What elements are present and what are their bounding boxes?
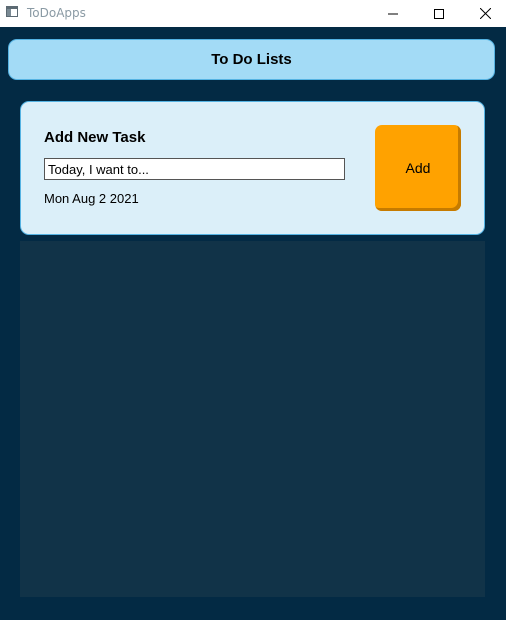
- window-title: ToDoApps: [27, 6, 86, 20]
- add-task-button[interactable]: Add: [375, 125, 461, 211]
- maximize-icon: [434, 8, 444, 19]
- maximize-button[interactable]: [416, 0, 462, 27]
- close-button[interactable]: [462, 0, 506, 27]
- minimize-icon: [388, 9, 398, 19]
- close-icon: [479, 8, 491, 19]
- minimize-button[interactable]: [370, 0, 416, 27]
- window-titlebar[interactable]: ToDoApps: [0, 0, 506, 27]
- app-header: To Do Lists: [8, 39, 495, 80]
- task-list[interactable]: [20, 241, 485, 597]
- add-task-heading: Add New Task: [44, 129, 146, 146]
- app-window-icon: [6, 6, 18, 17]
- add-task-card: Add New Task Mon Aug 2 2021 Add: [20, 101, 485, 235]
- app-client-area: To Do Lists Add New Task Mon Aug 2 2021 …: [0, 27, 506, 620]
- current-date: Mon Aug 2 2021: [44, 191, 139, 206]
- task-input[interactable]: [44, 158, 345, 180]
- page-title: To Do Lists: [211, 51, 292, 68]
